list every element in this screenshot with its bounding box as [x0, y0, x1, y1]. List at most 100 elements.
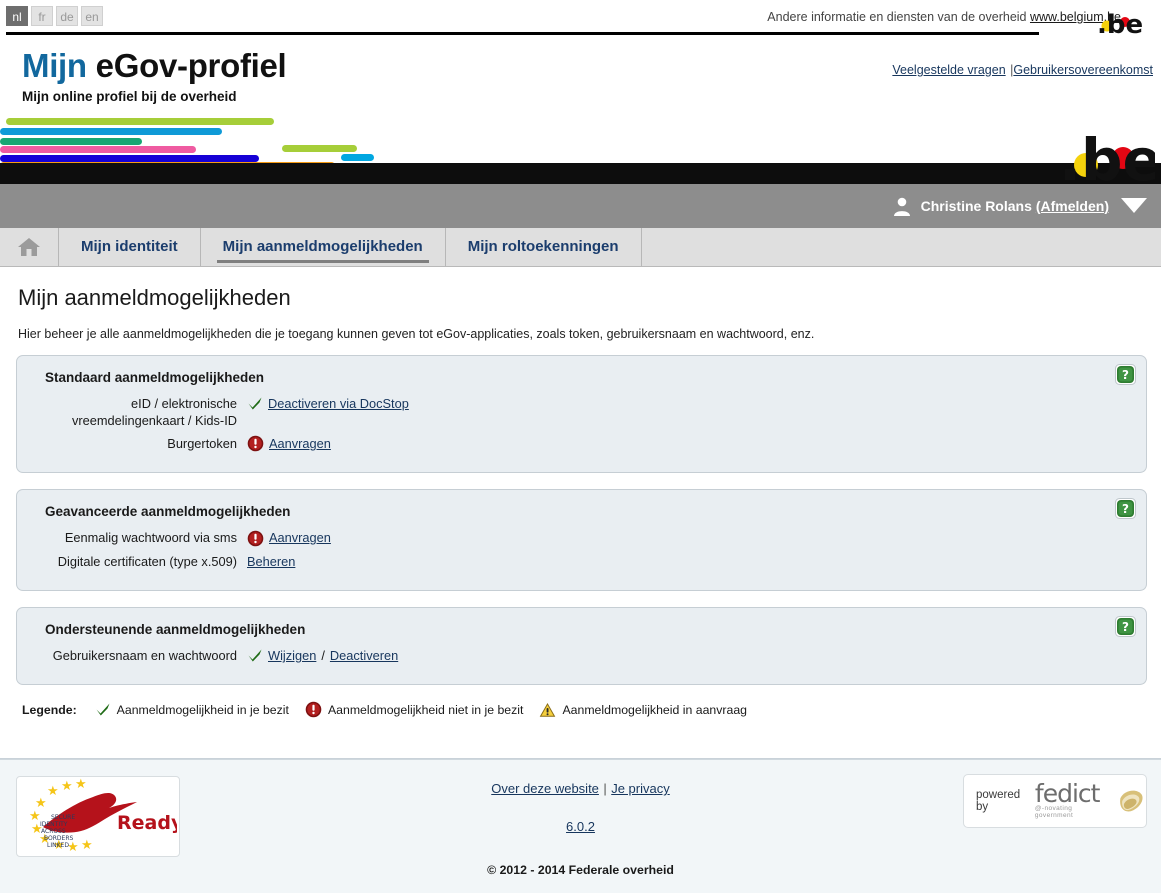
top-language-bar: nl fr de en Andere informatie en dienste…	[0, 0, 1161, 36]
color-bars-banner: .be	[0, 114, 1161, 184]
action-link-aanvragen[interactable]: Aanvragen	[269, 529, 331, 546]
legend-item-text: Aanmeldmogelijkheid niet in je bezit	[327, 702, 524, 717]
color-bar-5	[0, 154, 259, 162]
help-icon[interactable]: ?	[1115, 363, 1136, 385]
checkmark-icon	[247, 648, 263, 663]
credential-row: Eenmalig wachtwoord via sms Aanvragen	[31, 529, 1132, 546]
user-agreement-link[interactable]: Gebruikersovereenkomst	[1013, 63, 1153, 77]
site-footer: ★ ★ ★ ★ ★ ★ ★ ★ ★ ★ SECURE IDENTITY ACRO…	[0, 759, 1161, 893]
fedict-mark-icon	[1119, 790, 1143, 812]
color-bar-6	[341, 153, 374, 161]
credential-row: Gebruikersnaam en wachtwoord Wijzigen / D…	[31, 647, 1132, 664]
banner-black-strip	[0, 162, 1161, 184]
svg-text:.be: .be	[1059, 126, 1155, 184]
main-content: Mijn aanmeldmogelijkheden Hier beheer je…	[0, 266, 1161, 719]
checkmark-icon	[247, 396, 263, 411]
privacy-link[interactable]: Je privacy	[611, 781, 670, 796]
legend-item-not-owned: Aanmeldmogelijkheid niet in je bezit	[305, 701, 524, 718]
color-bar-2	[0, 137, 142, 145]
credential-row: Burgertoken Aanvragen	[31, 435, 1132, 452]
fedict-tagline: @-novating government	[1034, 805, 1074, 820]
error-icon	[305, 701, 322, 718]
credential-label: Eenmalig wachtwoord via sms	[64, 530, 237, 546]
help-icon[interactable]: ?	[1115, 615, 1136, 637]
logout-link[interactable]: (Afmelden)	[1036, 198, 1109, 214]
credential-actions: Aanvragen	[247, 529, 331, 546]
svg-text:?: ?	[1122, 368, 1129, 382]
home-icon[interactable]	[0, 227, 59, 266]
warning-icon	[539, 702, 556, 718]
fedict-powered-by: powered by	[976, 789, 1021, 814]
action-link-deactiveren-via-docstop[interactable]: Deactiveren via DocStop	[268, 395, 409, 412]
fedict-word: fedict	[1034, 778, 1101, 808]
panel-2: ? Ondersteunende aanmeldmogelijkheden Gebr…	[16, 606, 1147, 686]
error-icon	[247, 530, 264, 547]
tab-mijn-aanmeldmogelijkheden[interactable]: Mijn aanmeldmogelijkheden	[201, 227, 446, 266]
lang-fr[interactable]: fr	[31, 6, 53, 26]
action-link-aanvragen[interactable]: Aanvragen	[269, 435, 331, 452]
checkmark-icon	[95, 702, 111, 717]
about-website-link[interactable]: Over deze website	[491, 781, 599, 796]
legend-item-text: Aanmeldmogelijkheid in je bezit	[116, 702, 289, 717]
color-bar-1	[0, 127, 222, 135]
action-link-deactiveren[interactable]: Deactiveren	[330, 647, 398, 664]
footer-divider: |	[603, 781, 607, 797]
color-bar-0	[6, 117, 274, 125]
help-icon[interactable]: ?	[1115, 498, 1136, 520]
lang-de[interactable]: de	[56, 6, 78, 26]
credential-row: Digitale certificaten (type x.509) Behere…	[31, 553, 1132, 570]
credential-label: eID / elektronische vreemdelingenkaart /…	[71, 395, 237, 428]
legend-label: Legende:	[22, 702, 77, 717]
credential-actions: Deactiveren via DocStop	[247, 395, 409, 412]
svg-text:LINKED: LINKED	[47, 842, 69, 849]
svg-text:.be: .be	[1097, 10, 1143, 36]
legend: Legende: Aanmeldmogelijkheid in je bezit…	[22, 701, 1147, 718]
legend-item-text: Aanmeldmogelijkheid in aanvraag	[562, 702, 748, 717]
tab-mijn-roltoekenningen[interactable]: Mijn roltoekenningen	[446, 227, 642, 266]
avatar-icon	[891, 195, 913, 217]
user-name: Christine Rolans	[920, 197, 1032, 214]
action-link-wijzigen[interactable]: Wijzigen	[268, 647, 316, 664]
svg-text:BORDERS: BORDERS	[44, 835, 73, 842]
fedict-logo: powered by fedict @-novating government	[963, 774, 1147, 829]
other-info-text-wrap: Andere informatie en diensten van de ove…	[767, 10, 1121, 24]
credential-label: Burgertoken	[167, 436, 237, 452]
tab-mijn-identiteit[interactable]: Mijn identiteit	[59, 227, 201, 266]
credential-label: Digitale certificaten (type x.509)	[57, 553, 237, 569]
error-icon	[247, 435, 264, 452]
svg-text:?: ?	[1122, 620, 1129, 634]
page-heading: Mijn aanmeldmogelijkheden	[18, 284, 291, 310]
lang-nl[interactable]: nl	[6, 6, 28, 26]
svg-text:?: ?	[1122, 502, 1129, 516]
copyright-text: © 2012 - 2014 Federale overheid	[487, 863, 674, 878]
panel-title: Standaard aanmeldmogelijkheden	[45, 369, 265, 385]
credential-row: eID / elektronische vreemdelingenkaart /…	[31, 395, 1132, 430]
be-logo-large: .be	[1059, 126, 1155, 184]
panels-host: ? Standaard aanmeldmogelijkheden eID / ele…	[16, 354, 1147, 686]
credential-actions: Beheren	[247, 553, 295, 570]
chevron-down-icon[interactable]	[1121, 198, 1147, 214]
action-link-beheren[interactable]: Beheren	[247, 553, 295, 570]
version-link[interactable]: 6.0.2	[566, 819, 595, 834]
be-logo-small: .be	[1097, 10, 1143, 36]
site-title-rest: eGov-profiel	[95, 47, 287, 84]
color-bar-3	[0, 145, 196, 153]
user-bar: Christine Rolans (Afmelden)	[0, 183, 1161, 228]
panel-1: ? Geavanceerde aanmeldmogelijkheden Eenmal…	[16, 489, 1147, 591]
main-navigation: Mijn identiteit Mijn aanmeldmogelijkhede…	[0, 227, 1161, 267]
credential-label: Gebruikersnaam en wachtwoord	[52, 647, 237, 663]
lang-en[interactable]: en	[81, 6, 103, 26]
other-info-text: Andere informatie en diensten van de ove…	[767, 10, 1027, 24]
faq-link[interactable]: Veelgestelde vragen	[892, 63, 1005, 77]
color-bar-4	[282, 144, 357, 152]
site-subtitle: Mijn online profiel bij de overheid	[22, 88, 237, 104]
action-separator: /	[321, 647, 325, 663]
legend-item-pending: Aanmeldmogelijkheid in aanvraag	[539, 702, 747, 718]
site-header: Mijn eGov-profiel Mijn online profiel bi…	[0, 35, 1161, 104]
legend-items-host: Aanmeldmogelijkheid in je bezit Aanmeldmo…	[95, 701, 763, 718]
language-switcher: nl fr de en	[6, 6, 103, 26]
credential-actions: Aanvragen	[247, 435, 331, 452]
header-links: Veelgestelde vragen |Gebruikersovereenko…	[892, 61, 1153, 79]
svg-text:★: ★	[81, 837, 93, 852]
credential-actions: Wijzigen / Deactiveren	[247, 647, 398, 664]
